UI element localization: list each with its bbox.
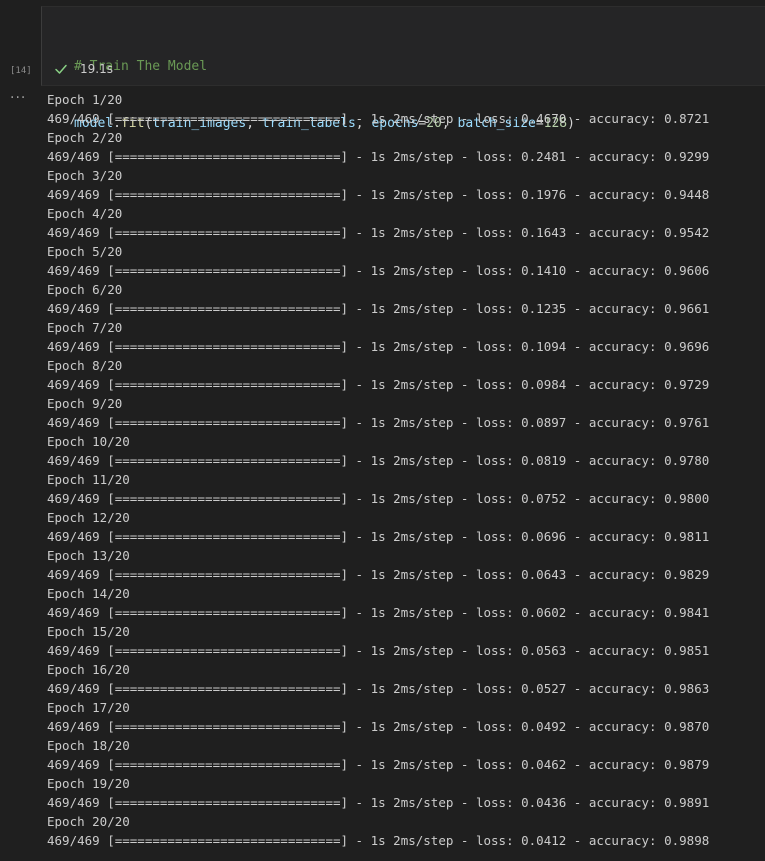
- code-cell[interactable]: # Train The Model model.fit(train_images…: [41, 6, 765, 131]
- output-progress-line: 469/469 [==============================]…: [47, 529, 710, 544]
- output-epoch-header: Epoch 7/20: [47, 320, 123, 335]
- output-progress-line: 469/469 [==============================]…: [47, 149, 710, 164]
- more-icon[interactable]: ···: [10, 90, 26, 106]
- output-epoch-header: Epoch 4/20: [47, 206, 123, 221]
- output-progress-line: 469/469 [==============================]…: [47, 567, 710, 582]
- cell-output: Epoch 1/20 469/469 [=====================…: [47, 90, 709, 850]
- output-progress-line: 469/469 [==============================]…: [47, 491, 710, 506]
- output-progress-line: 469/469 [==============================]…: [47, 187, 710, 202]
- output-epoch-header: Epoch 16/20: [47, 662, 130, 677]
- output-progress-line: 469/469 [==============================]…: [47, 225, 710, 240]
- output-epoch-header: Epoch 17/20: [47, 700, 130, 715]
- output-epoch-header: Epoch 11/20: [47, 472, 130, 487]
- output-epoch-header: Epoch 19/20: [47, 776, 130, 791]
- output-progress-line: 469/469 [==============================]…: [47, 719, 710, 734]
- output-progress-line: 469/469 [==============================]…: [47, 643, 710, 658]
- output-epoch-header: Epoch 3/20: [47, 168, 123, 183]
- output-epoch-header: Epoch 10/20: [47, 434, 130, 449]
- output-epoch-header: Epoch 8/20: [47, 358, 123, 373]
- output-progress-line: 469/469 [==============================]…: [47, 833, 710, 848]
- output-epoch-header: Epoch 6/20: [47, 282, 123, 297]
- output-progress-line: 469/469 [==============================]…: [47, 757, 710, 772]
- output-progress-line: 469/469 [==============================]…: [47, 301, 710, 316]
- output-epoch-header: Epoch 15/20: [47, 624, 130, 639]
- output-epoch-header: Epoch 1/20: [47, 92, 123, 107]
- output-epoch-header: Epoch 14/20: [47, 586, 130, 601]
- output-progress-line: 469/469 [==============================]…: [47, 681, 710, 696]
- output-epoch-header: Epoch 5/20: [47, 244, 123, 259]
- code-line-comment: # Train The Model: [74, 57, 575, 76]
- output-progress-line: 469/469 [==============================]…: [47, 605, 710, 620]
- output-epoch-header: Epoch 18/20: [47, 738, 130, 753]
- output-progress-line: 469/469 [==============================]…: [47, 453, 710, 468]
- cell-status: 19.1s: [54, 62, 113, 76]
- execution-time: 19.1s: [80, 62, 113, 76]
- output-epoch-header: Epoch 2/20: [47, 130, 123, 145]
- output-progress-line: 469/469 [==============================]…: [47, 795, 710, 810]
- output-progress-line: 469/469 [==============================]…: [47, 111, 710, 126]
- output-progress-line: 469/469 [==============================]…: [47, 339, 710, 354]
- output-epoch-header: Epoch 20/20: [47, 814, 130, 829]
- output-epoch-header: Epoch 12/20: [47, 510, 130, 525]
- output-progress-line: 469/469 [==============================]…: [47, 377, 710, 392]
- check-icon: [55, 64, 67, 74]
- output-epoch-header: Epoch 13/20: [47, 548, 130, 563]
- output-progress-line: 469/469 [==============================]…: [47, 263, 710, 278]
- output-epoch-header: Epoch 9/20: [47, 396, 123, 411]
- output-progress-line: 469/469 [==============================]…: [47, 415, 710, 430]
- execution-count: [14]: [10, 66, 32, 76]
